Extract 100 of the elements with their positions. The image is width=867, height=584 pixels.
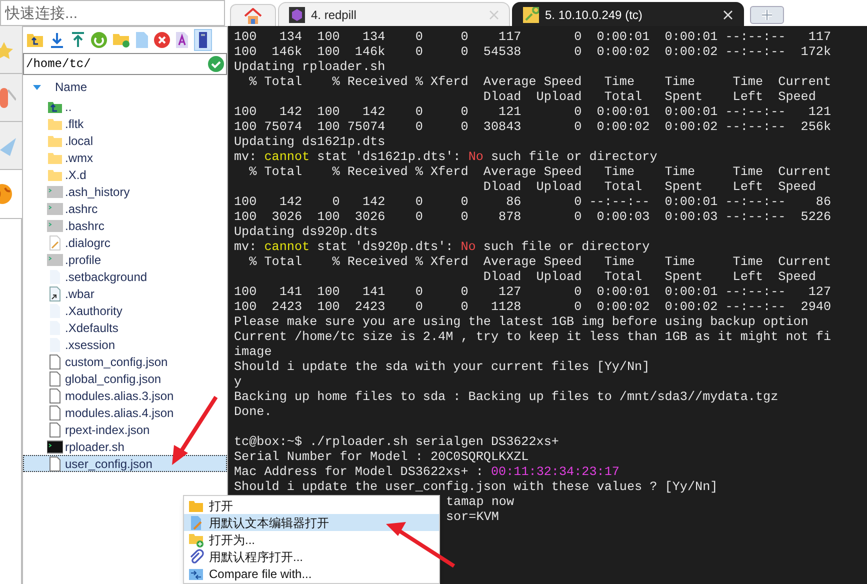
folder-add-icon [188, 532, 204, 548]
globe-icon[interactable] [0, 183, 13, 205]
refresh-icon[interactable] [91, 32, 107, 48]
terminal-line: Done. [234, 405, 272, 419]
menu-item[interactable]: 打开 [184, 497, 439, 514]
terminal-line: Updating ds920p.dts [234, 225, 378, 239]
file-row[interactable]: .. [23, 98, 227, 115]
terminal-line: Should i update the user_config.json with these values ? [Yy/Nn] [234, 480, 718, 494]
terminal-line: tamap now [446, 495, 514, 509]
sort-caret-icon[interactable] [33, 84, 41, 90]
file-icon [47, 422, 63, 438]
file-row[interactable]: .Xdefaults [23, 319, 227, 336]
file-row[interactable]: custom_config.json [23, 353, 227, 370]
menu-item[interactable]: 打开为... [184, 531, 439, 548]
properties-icon [199, 32, 207, 48]
file-icon [47, 388, 63, 404]
file-row[interactable]: global_config.json [23, 370, 227, 387]
properties-button[interactable] [194, 29, 212, 51]
file-row[interactable]: .Xauthority [23, 302, 227, 319]
terminal-line: y [234, 375, 242, 389]
terminal-line: 100 142 0 142 0 0 86 0 --:--:-- 0:00:01 --:--:-- 86 [234, 195, 832, 209]
terminal-file-icon [47, 252, 63, 268]
menu-item[interactable]: 用默认文本编辑器打开 [184, 514, 439, 531]
rename-icon[interactable] [175, 32, 189, 48]
download-icon[interactable] [49, 32, 65, 48]
file-row[interactable]: modules.alias.3.json [23, 387, 227, 404]
terminal-line: mv: cannot stat 'ds1621p.dts': No such file or directory [234, 150, 658, 164]
file-row[interactable]: rploader.sh [23, 438, 227, 455]
session-tab[interactable]: 5. 10.10.0.249 (tc) [512, 2, 744, 26]
file-row[interactable]: .dialogrc [23, 234, 227, 251]
file-row[interactable]: .bashrc [23, 217, 227, 234]
shortcut-file-icon [47, 286, 63, 302]
terminal-line: tc@box:~$ ./rploader.sh serialgen DS3622xs+ [234, 435, 559, 449]
upload-icon[interactable] [70, 32, 86, 48]
terminal-line: Serial Number for Model : 20C0SQRQLKXZL [234, 450, 529, 464]
file-icon [47, 404, 63, 420]
terminal-line: 100 3026 100 3026 0 0 878 0 0:00:03 0:00:03 --:--:-- 5226 [234, 210, 832, 224]
file-row[interactable]: .wmx [23, 149, 227, 166]
terminal-line: Dload Upload Total Spent Left Speed [482, 270, 816, 284]
terminal-line: Please make sure you are using the latest 1GB img before using backup option [234, 315, 808, 329]
terminal-line: 100 142 100 142 0 0 121 0 0:00:01 0:00:01 --:--:-- 121 [234, 105, 832, 119]
parent-folder-icon[interactable] [26, 32, 44, 48]
terminal-line: 100 146k 100 146k 0 0 54538 0 0:00:02 0:00:02 --:--:-- 172k [234, 45, 832, 59]
key-icon [523, 6, 539, 22]
file-row[interactable]: .wbar [23, 285, 227, 302]
home-icon [244, 8, 262, 24]
menu-item[interactable]: Compare file with... [184, 565, 439, 582]
terminal-line: 100 2423 100 2423 0 0 1128 0 0:00:02 0:00:02 --:--:-- 2940 [234, 300, 832, 314]
knife-icon [0, 86, 16, 110]
file-row[interactable]: .local [23, 132, 227, 149]
file-row[interactable]: .xsession [23, 336, 227, 353]
terminal-line: sor=KVM [446, 510, 499, 524]
home-tab[interactable] [230, 4, 276, 26]
new-folder-icon[interactable] [112, 32, 130, 48]
file-row[interactable]: user_config.json [23, 455, 227, 472]
close-icon[interactable] [723, 10, 733, 20]
terminal-line: % Total % Received % Xferd Average Speed Time Time Time Current [248, 165, 832, 179]
file-row[interactable]: .ashrc [23, 200, 227, 217]
terminal-file-icon [47, 184, 63, 200]
terminal-line: % Total % Received % Xferd Average Speed Time Time Time Current [248, 255, 832, 269]
terminal-line: Should i update the sda with your current files [Yy/Nn] [234, 360, 650, 374]
name-column-header[interactable]: Name [55, 78, 88, 96]
file-icon [47, 370, 63, 386]
terminal-file-icon [47, 218, 63, 234]
tools-tab[interactable] [0, 74, 22, 122]
session-tab[interactable]: 4. redpill [278, 2, 510, 26]
annotation-arrow [384, 520, 456, 568]
delete-icon[interactable] [154, 32, 170, 48]
menu-item[interactable]: 用默认程序打开... [184, 548, 439, 565]
file-row[interactable]: rpext-index.json [23, 421, 227, 438]
blank-file-icon [47, 302, 63, 318]
file-row[interactable]: modules.alias.4.json [23, 404, 227, 421]
terminal-line: Updating rploader.sh [234, 60, 386, 74]
path-field[interactable]: /home/tc/ [23, 53, 227, 75]
terminal-line: % Total % Received % Xferd Average Speed Time Time Time Current [248, 75, 832, 89]
terminal-line: 100 75074 100 75074 0 0 30843 0 0:00:02 0:00:02 --:--:-- 256k [234, 120, 832, 134]
file-row[interactable]: .fltk [23, 115, 227, 132]
terminal-line: Updating ds1621p.dts [234, 135, 386, 149]
paper-plane-icon [0, 136, 16, 156]
cube-icon [289, 6, 305, 22]
terminal-line: 100 141 100 141 0 0 127 0 0:00:01 0:00:01 --:--:-- 127 [234, 285, 832, 299]
new-tab-button[interactable] [750, 6, 784, 24]
note-file-icon [47, 234, 63, 250]
path-text: /home/tc/ [26, 56, 91, 73]
confirm-icon[interactable] [208, 56, 224, 72]
plus-icon [761, 9, 773, 21]
file-icon [47, 456, 63, 472]
file-row[interactable]: .profile [23, 251, 227, 268]
terminal-file-icon [47, 200, 63, 216]
terminal-line: Backing up home files to sda : Backing up files to /mnt/sda3//mydata.tgz [234, 390, 778, 404]
file-row[interactable]: .ash_history [23, 183, 227, 200]
file-icon [47, 354, 63, 370]
terminal-line: Current /home/tc size is 2.4M , try to keep it less than 1GB as it might not fi [234, 330, 832, 344]
terminal-line: 100 134 100 134 0 0 117 0 0:00:01 0:00:01 --:--:-- 117 [234, 30, 832, 44]
terminal-line: mv: cannot stat 'ds920p.dts': No such file or directory [234, 240, 650, 254]
file-row[interactable]: .X.d [23, 166, 227, 183]
terminal-icon [47, 438, 63, 454]
terminal-line: image [234, 345, 272, 359]
file-row[interactable]: .setbackground [23, 268, 227, 285]
edit-file-icon [188, 514, 204, 530]
